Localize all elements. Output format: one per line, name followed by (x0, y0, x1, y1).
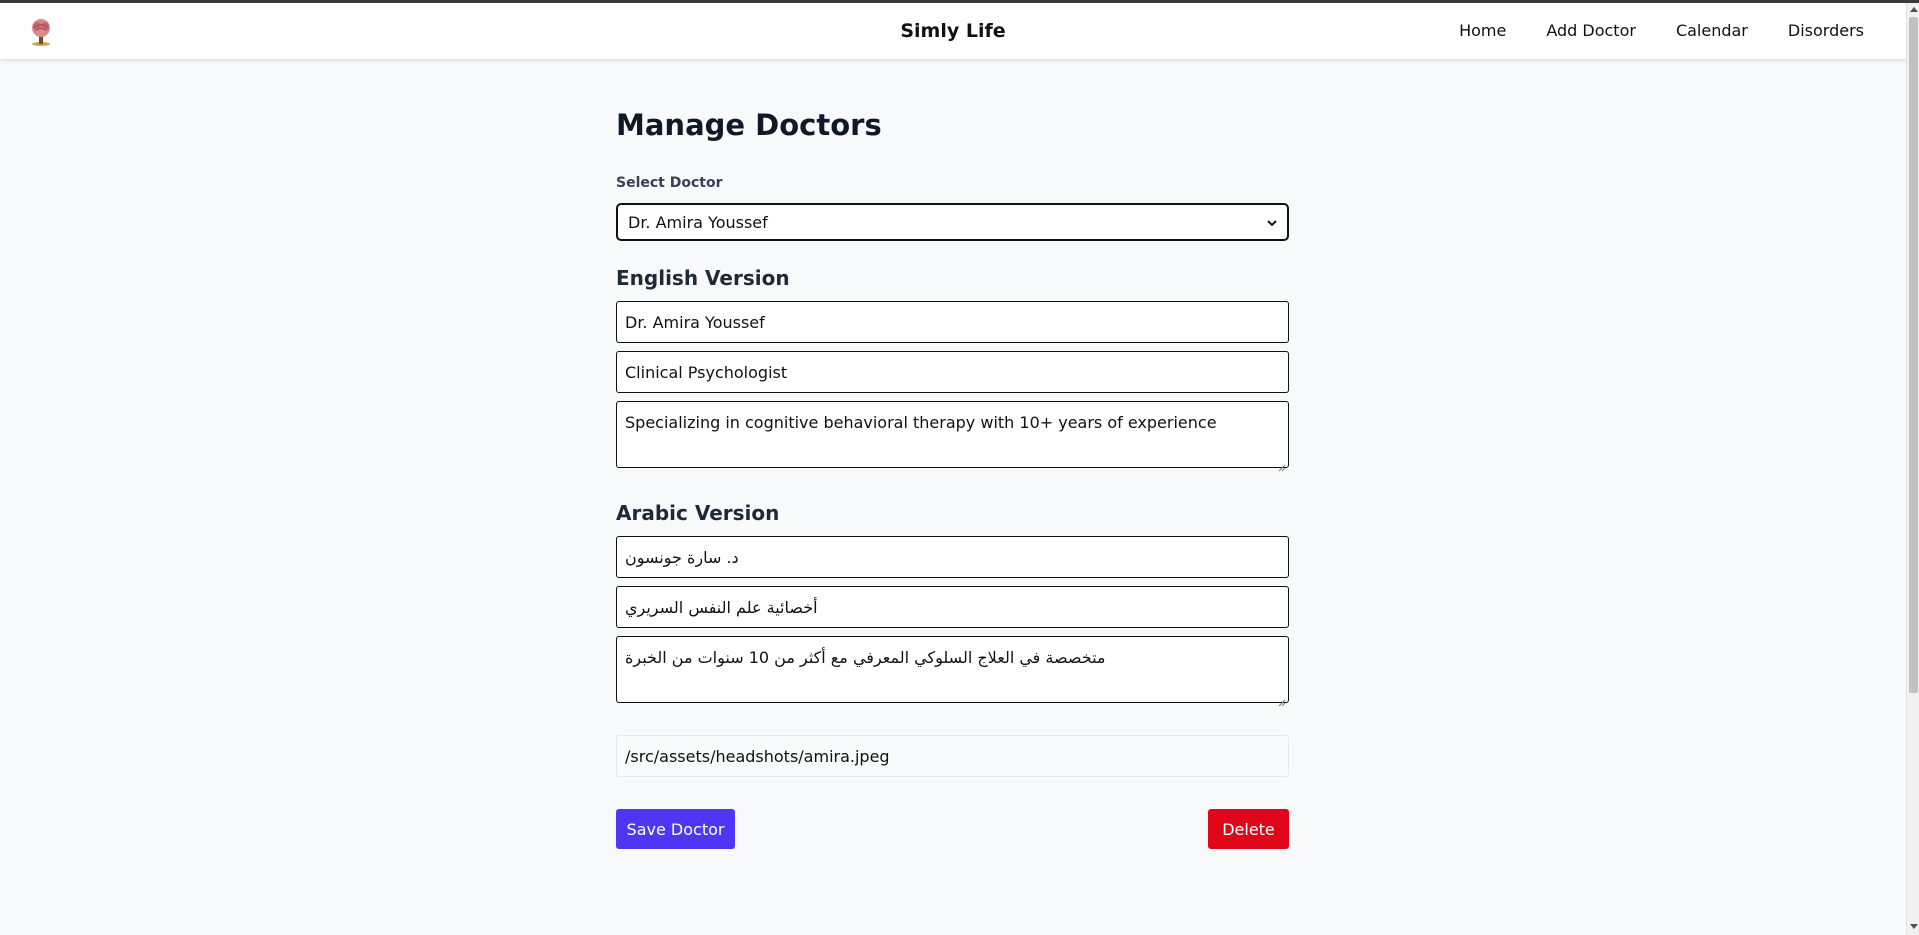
select-doctor-label: Select Doctor (616, 175, 723, 191)
nav-links: Home Add Doctor Calendar Disorders (1459, 21, 1864, 40)
resize-grip-icon[interactable] (1278, 692, 1286, 707)
page-scrollbar[interactable] (1906, 3, 1919, 935)
arabic-bio-textarea[interactable]: متخصصة في العلاج السلوكي المعرفي مع أكثر… (616, 636, 1289, 707)
arabic-name-value: د. سارة جونسون (625, 548, 739, 567)
manage-doctors-form: Manage Doctors Select Doctor Dr. Amira Y… (616, 105, 1289, 849)
delete-button[interactable]: Delete (1208, 809, 1289, 849)
arabic-bio-value: متخصصة في العلاج السلوكي المعرفي مع أكثر… (625, 648, 1106, 667)
arabic-version-heading: Arabic Version (616, 501, 780, 525)
english-name-input[interactable]: Dr. Amira Youssef (616, 301, 1289, 343)
image-path-field[interactable]: /src/assets/headshots/amira.jpeg (616, 735, 1289, 777)
doctor-select-value: Dr. Amira Youssef (628, 213, 768, 232)
english-version-heading: English Version (616, 266, 790, 290)
page-title: Manage Doctors (616, 108, 882, 142)
scrollbar-thumb[interactable] (1909, 17, 1918, 693)
nav-link-add-doctor[interactable]: Add Doctor (1546, 21, 1636, 40)
save-doctor-button[interactable]: Save Doctor (616, 809, 735, 849)
nav-link-calendar[interactable]: Calendar (1676, 21, 1748, 40)
nav-link-disorders[interactable]: Disorders (1788, 21, 1864, 40)
resize-grip-icon[interactable] (1278, 457, 1286, 472)
image-path-value: /src/assets/headshots/amira.jpeg (625, 747, 890, 766)
doctor-select[interactable]: Dr. Amira Youssef (616, 203, 1289, 241)
arabic-name-input[interactable]: د. سارة جونسون (616, 536, 1289, 578)
nav-link-home[interactable]: Home (1459, 21, 1506, 40)
arabic-title-value: أخصائية علم النفس السريري (625, 598, 818, 617)
english-bio-textarea[interactable]: Specializing in cognitive behavioral the… (616, 401, 1289, 472)
english-title-input[interactable]: Clinical Psychologist (616, 351, 1289, 393)
scroll-down-arrow-icon[interactable] (1910, 924, 1918, 929)
chevron-down-icon (1265, 215, 1279, 229)
top-navbar: Simly Life Home Add Doctor Calendar Diso… (0, 3, 1906, 59)
english-name-value: Dr. Amira Youssef (625, 313, 765, 332)
english-bio-value: Specializing in cognitive behavioral the… (625, 413, 1217, 432)
english-title-value: Clinical Psychologist (625, 363, 788, 382)
arabic-title-input[interactable]: أخصائية علم النفس السريري (616, 586, 1289, 628)
scroll-up-arrow-icon[interactable] (1910, 7, 1918, 12)
